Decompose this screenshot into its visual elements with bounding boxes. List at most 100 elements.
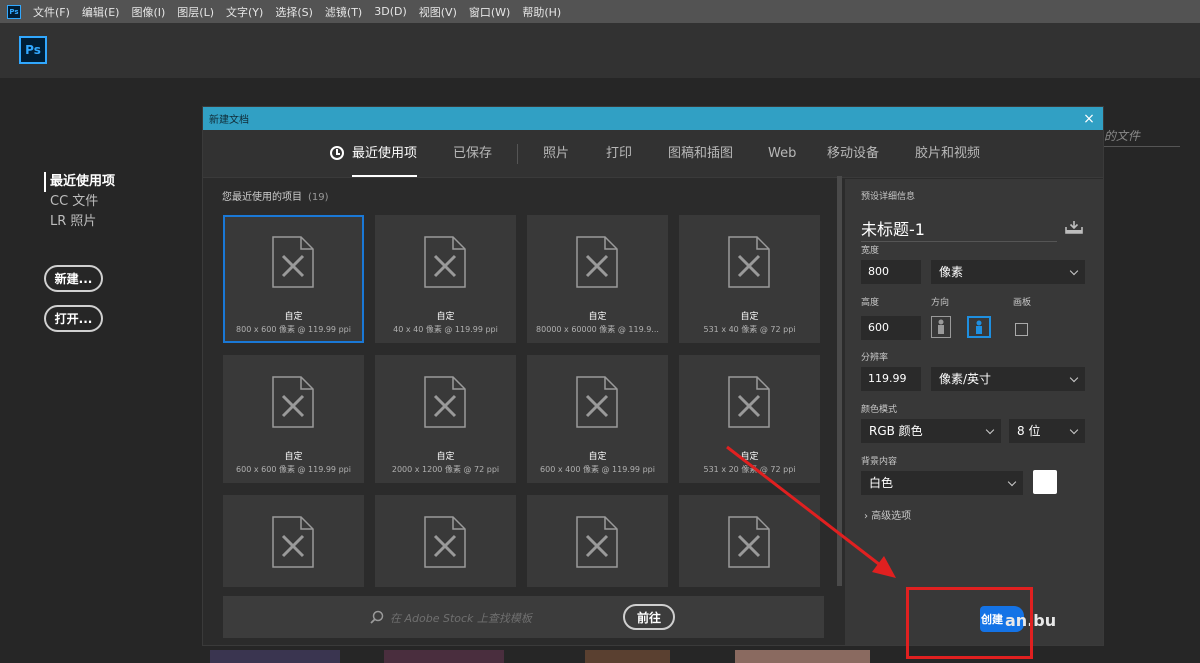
- menu-filter[interactable]: 滤镜(T): [325, 4, 362, 20]
- thumbnail: [585, 650, 670, 663]
- home-header: Ps: [0, 23, 1200, 78]
- tab-print[interactable]: 打印: [606, 130, 632, 177]
- recent-count: (19): [308, 192, 329, 203]
- tab-photo[interactable]: 照片: [543, 130, 569, 177]
- card-size: 531 x 40 像素 @ 72 ppi: [703, 325, 796, 334]
- preset-card[interactable]: [223, 495, 364, 587]
- portrait-orientation-button[interactable]: [931, 316, 951, 338]
- card-size: 531 x 20 像素 @ 72 ppi: [703, 465, 796, 474]
- menu-type[interactable]: 文字(Y): [226, 4, 263, 20]
- document-icon: [576, 516, 618, 568]
- stock-go-button[interactable]: 前往: [623, 604, 675, 630]
- orientation-label: 方向: [931, 298, 950, 308]
- document-icon: [728, 376, 770, 428]
- color-mode-select[interactable]: RGB 颜色: [861, 419, 1001, 443]
- card-size: 800 x 600 像素 @ 119.99 ppi: [236, 325, 351, 334]
- height-input[interactable]: 600: [861, 316, 921, 340]
- document-icon: [728, 516, 770, 568]
- nav-lr-photos[interactable]: LR 照片: [44, 212, 115, 232]
- width-input[interactable]: 800: [861, 260, 921, 284]
- preset-details-panel: 预设详细信息 未标题-1 宽度 800 像素 高度 方向 画板 600 分辨率 …: [845, 179, 1103, 645]
- menu-image[interactable]: 图像(I): [131, 4, 165, 20]
- width-unit-select[interactable]: 像素: [931, 260, 1085, 284]
- card-name: 自定: [588, 452, 607, 462]
- preset-card[interactable]: 自定 40 x 40 像素 @ 119.99 ppi: [375, 215, 516, 343]
- new-document-dialog: 新建文档 × 最近使用项 已保存 照片 打印 图稿和插图 Web 移动设备 胶片…: [202, 106, 1104, 646]
- stock-search-bar: 在 Adobe Stock 上查找模板 前往: [223, 596, 824, 638]
- resolution-unit-value: 像素/英寸: [939, 372, 992, 386]
- preset-card[interactable]: [375, 495, 516, 587]
- background-color-swatch[interactable]: [1033, 470, 1057, 494]
- landscape-orientation-button[interactable]: [967, 316, 991, 338]
- nav-recent[interactable]: 最近使用项: [44, 172, 115, 192]
- card-size: 40 x 40 像素 @ 119.99 ppi: [393, 325, 498, 334]
- tab-recent[interactable]: 最近使用项: [352, 130, 418, 177]
- document-icon: [272, 516, 314, 568]
- thumbnail: [210, 650, 340, 663]
- save-preset-icon[interactable]: [1065, 220, 1083, 234]
- tab-web[interactable]: Web: [768, 130, 796, 177]
- menu-window[interactable]: 窗口(W): [469, 4, 510, 20]
- resolution-label: 分辨率: [861, 353, 889, 363]
- menu-bar: Ps 文件(F) 编辑(E) 图像(I) 图层(L) 文字(Y) 选择(S) 滤…: [0, 0, 1200, 23]
- width-unit-value: 像素: [939, 265, 964, 279]
- background-value: 白色: [869, 476, 894, 490]
- bit-depth-select[interactable]: 8 位: [1009, 419, 1085, 443]
- scrollbar[interactable]: [837, 176, 842, 586]
- tab-divider: [517, 144, 518, 164]
- document-name-input[interactable]: 未标题-1: [861, 216, 1057, 242]
- tab-mobile[interactable]: 移动设备: [827, 130, 879, 177]
- preset-card[interactable]: 自定 80000 x 60000 像素 @ 119.9...: [527, 215, 668, 343]
- ps-app-icon[interactable]: Ps: [7, 4, 21, 19]
- search-icon: [370, 610, 384, 624]
- dialog-titlebar: 新建文档 ×: [203, 107, 1103, 130]
- new-button[interactable]: 新建...: [44, 265, 103, 292]
- preset-card[interactable]: [527, 495, 668, 587]
- recent-title: 您最近使用的项目: [222, 192, 302, 203]
- card-name: 自定: [436, 312, 455, 322]
- card-name: 自定: [284, 312, 303, 322]
- advanced-options-toggle[interactable]: › 高级选项: [864, 507, 911, 522]
- close-icon[interactable]: ×: [1081, 111, 1097, 127]
- resolution-unit-select[interactable]: 像素/英寸: [931, 367, 1085, 391]
- preset-card[interactable]: 自定 2000 x 1200 像素 @ 72 ppi: [375, 355, 516, 483]
- tab-film-video[interactable]: 胶片和视频: [915, 130, 980, 177]
- resolution-input[interactable]: 119.99: [861, 367, 921, 391]
- preset-card[interactable]: 自定 531 x 40 像素 @ 72 ppi: [679, 215, 820, 343]
- card-name: 自定: [436, 452, 455, 462]
- preset-card[interactable]: [679, 495, 820, 587]
- menu-edit[interactable]: 编辑(E): [82, 4, 120, 20]
- advanced-options-label: 高级选项: [871, 511, 912, 522]
- document-icon: [576, 376, 618, 428]
- menu-3d[interactable]: 3D(D): [374, 5, 407, 18]
- menu-file[interactable]: 文件(F): [33, 4, 70, 20]
- thumbnail: [735, 650, 870, 663]
- nav-cc-files[interactable]: CC 文件: [44, 192, 115, 212]
- chevron-down-icon: [1069, 425, 1079, 435]
- tab-art-illustration[interactable]: 图稿和插图: [668, 130, 733, 177]
- document-icon: [576, 236, 618, 288]
- preset-card[interactable]: 自定 600 x 400 像素 @ 119.99 ppi: [527, 355, 668, 483]
- artboard-checkbox[interactable]: [1015, 323, 1028, 336]
- menu-help[interactable]: 帮助(H): [522, 4, 561, 20]
- dialog-title: 新建文档: [209, 115, 249, 126]
- annotation-highlight-box: [906, 587, 1033, 659]
- chevron-down-icon: [985, 425, 995, 435]
- preset-details-heading: 预设详细信息: [861, 192, 916, 202]
- tab-saved[interactable]: 已保存: [453, 130, 492, 177]
- background-select[interactable]: 白色: [861, 471, 1023, 495]
- preset-card[interactable]: 自定 800 x 600 像素 @ 119.99 ppi: [223, 215, 364, 343]
- menu-select[interactable]: 选择(S): [275, 4, 313, 20]
- chevron-down-icon: [1069, 266, 1079, 276]
- clock-icon: [330, 146, 344, 160]
- chevron-down-icon: [1007, 477, 1017, 487]
- preset-card[interactable]: 自定 600 x 600 像素 @ 119.99 ppi: [223, 355, 364, 483]
- document-icon: [272, 236, 314, 288]
- preset-card[interactable]: 自定 531 x 20 像素 @ 72 ppi: [679, 355, 820, 483]
- menu-layer[interactable]: 图层(L): [177, 4, 214, 20]
- open-button[interactable]: 打开...: [44, 305, 103, 332]
- portrait-icon: [938, 319, 944, 334]
- ps-logo: Ps: [19, 36, 47, 64]
- stock-search-input[interactable]: 在 Adobe Stock 上查找模板: [390, 610, 532, 626]
- menu-view[interactable]: 视图(V): [419, 4, 457, 20]
